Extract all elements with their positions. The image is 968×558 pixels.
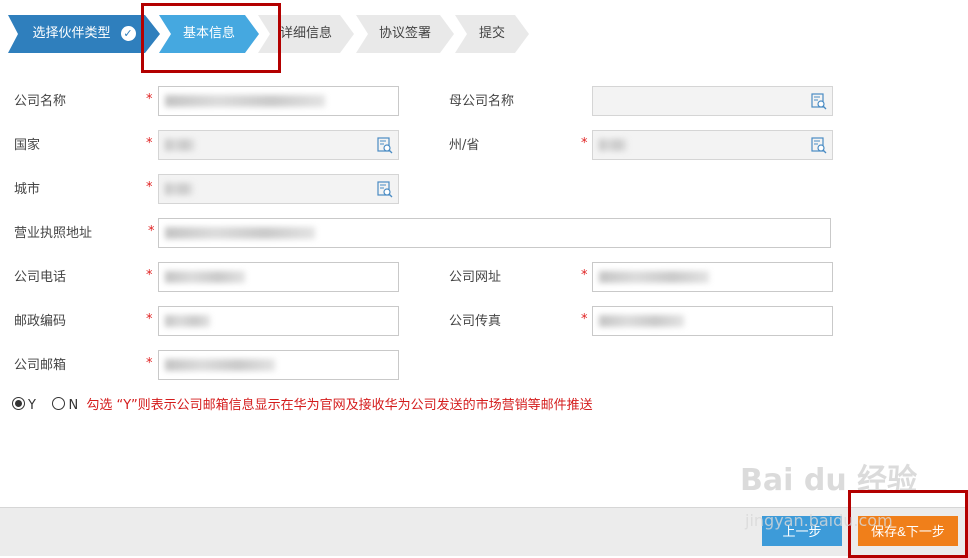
lookup-icon[interactable] — [377, 137, 393, 154]
email-consent-row: Y N 勾选 “Y”则表示公司邮箱信息显示在华为官网及接收华为公司发送的市场营销… — [12, 394, 593, 413]
company-name-input[interactable] — [158, 86, 399, 116]
parent-company-input[interactable] — [592, 86, 833, 116]
label-website: 公司网址 — [449, 270, 502, 285]
lookup-icon[interactable] — [811, 137, 827, 154]
label-parent-company: 母公司名称 — [449, 94, 515, 109]
check-icon: ✓ — [120, 26, 136, 41]
label-company-name: 公司名称 — [14, 94, 67, 109]
consent-notice: 勾选 “Y”则表示公司邮箱信息显示在华为官网及接收华为公司发送的市场营销等邮件推… — [86, 398, 593, 413]
step-label: 提交 — [478, 26, 505, 41]
label-phone: 公司电话 — [14, 270, 67, 285]
lookup-icon[interactable] — [377, 181, 393, 198]
label-license-address: 营业执照地址 — [14, 226, 93, 241]
lookup-icon[interactable] — [811, 93, 827, 110]
radio-no[interactable] — [52, 397, 66, 410]
fax-input[interactable] — [592, 306, 833, 336]
masked-value — [165, 95, 325, 107]
step-basic-info[interactable]: 基本信息 — [159, 15, 259, 53]
required-marker: * — [148, 224, 155, 239]
required-marker: * — [146, 356, 153, 371]
step-agreement[interactable]: 协议签署 — [356, 15, 454, 53]
required-marker: * — [146, 268, 153, 283]
masked-value — [599, 139, 627, 151]
required-marker: * — [146, 312, 153, 327]
masked-value — [165, 139, 195, 151]
masked-value — [599, 271, 709, 283]
label-postcode: 邮政编码 — [14, 314, 67, 329]
masked-value — [165, 315, 210, 327]
radio-yes-label[interactable]: Y — [28, 398, 36, 413]
phone-input[interactable] — [158, 262, 399, 292]
province-input[interactable] — [592, 130, 833, 160]
watermark-url: jingyan.baidu.com — [745, 511, 893, 530]
step-partner-type[interactable]: 选择伙伴类型 ✓ — [8, 15, 160, 53]
step-label: 基本信息 — [182, 26, 235, 41]
email-input[interactable] — [158, 350, 399, 380]
step-label: 协议签署 — [378, 26, 431, 41]
required-marker: * — [581, 312, 588, 327]
masked-value — [165, 359, 275, 371]
required-marker: * — [146, 180, 153, 195]
radio-no-label[interactable]: N — [68, 398, 78, 413]
license-address-input[interactable] — [158, 218, 831, 248]
website-input[interactable] — [592, 262, 833, 292]
label-city: 城市 — [14, 182, 41, 197]
country-input[interactable] — [158, 130, 399, 160]
step-label: 选择伙伴类型 — [32, 26, 111, 41]
required-marker: * — [146, 136, 153, 151]
radio-yes[interactable] — [12, 397, 25, 410]
masked-value — [165, 227, 315, 239]
masked-value — [599, 315, 684, 327]
masked-value — [165, 183, 193, 195]
label-email: 公司邮箱 — [14, 358, 67, 373]
label-fax: 公司传真 — [449, 314, 502, 329]
required-marker: * — [146, 92, 153, 107]
label-country: 国家 — [14, 138, 41, 153]
masked-value — [165, 271, 245, 283]
step-label: 详细信息 — [279, 26, 332, 41]
label-province: 州/省 — [449, 138, 480, 153]
required-marker: * — [581, 136, 588, 151]
step-detail-info[interactable]: 详细信息 — [258, 15, 354, 53]
step-submit[interactable]: 提交 — [455, 15, 529, 53]
required-marker: * — [581, 268, 588, 283]
postcode-input[interactable] — [158, 306, 399, 336]
city-input[interactable] — [158, 174, 399, 204]
watermark-logo: Bai du 经验 — [740, 463, 918, 498]
